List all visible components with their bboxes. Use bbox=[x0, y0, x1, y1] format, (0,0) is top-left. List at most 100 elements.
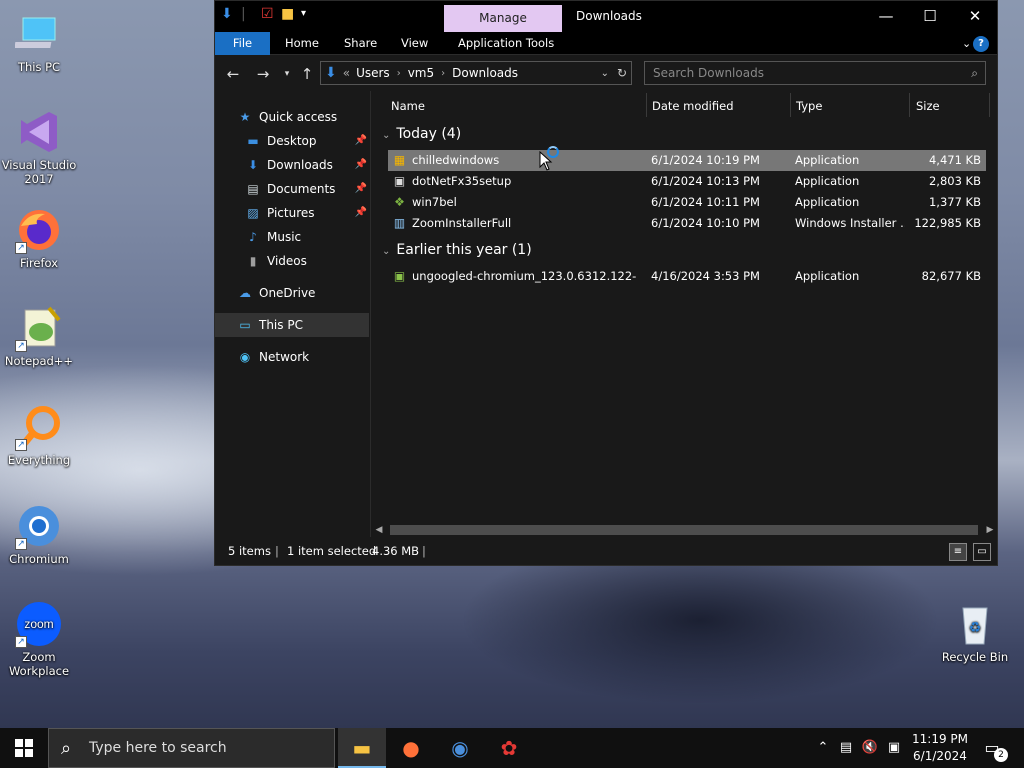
chevron-down-icon: ⌄ bbox=[382, 130, 391, 141]
taskbar-firefox-icon[interactable]: ● bbox=[387, 728, 435, 768]
desktop-icon-visual-studio[interactable]: Visual Studio 2017 bbox=[0, 108, 78, 186]
file-date: 6/1/2024 10:13 PM bbox=[651, 174, 760, 188]
tab-view[interactable]: View bbox=[391, 32, 438, 55]
desktop-icon-everything[interactable]: ↗ Everything bbox=[0, 403, 78, 467]
column-divider[interactable] bbox=[989, 93, 990, 117]
taskbar-search-box[interactable]: ⌕ Type here to search bbox=[48, 728, 335, 768]
breadcrumb-vm5[interactable]: vm5 bbox=[408, 66, 434, 80]
scroll-left-icon[interactable]: ◀ bbox=[372, 523, 386, 537]
scrollbar-thumb[interactable] bbox=[390, 525, 978, 535]
recycle-bin-icon: ♻ bbox=[951, 600, 999, 648]
group-header-today[interactable]: ⌄ Today (4) bbox=[382, 124, 461, 144]
volume-muted-icon[interactable]: 🔇 bbox=[860, 728, 880, 768]
computer-icon bbox=[14, 10, 63, 58]
desktop-icon-chromium[interactable]: ↗ Chromium bbox=[0, 502, 78, 566]
tab-share[interactable]: Share bbox=[334, 32, 387, 55]
file-row-chilledwindows[interactable]: ▦ chilledwindows 6/1/2024 10:19 PM Appli… bbox=[388, 150, 986, 171]
nav-onedrive[interactable]: ☁ OneDrive bbox=[237, 281, 315, 305]
svg-text:♻: ♻ bbox=[969, 620, 982, 636]
tab-application-tools[interactable]: Application Tools bbox=[448, 32, 564, 55]
column-divider[interactable] bbox=[790, 93, 791, 117]
file-type: Windows Installer ... bbox=[795, 216, 905, 230]
column-divider[interactable] bbox=[646, 93, 647, 117]
desktop-icon-zoom[interactable]: zoom ↗ Zoom Workplace bbox=[0, 600, 78, 678]
large-icons-view-icon[interactable]: ▭ bbox=[973, 543, 991, 561]
tab-home[interactable]: Home bbox=[275, 32, 329, 55]
search-placeholder: Search Downloads bbox=[653, 66, 764, 80]
column-header-size[interactable]: Size bbox=[916, 95, 940, 117]
properties-icon[interactable]: ☑ bbox=[261, 6, 275, 22]
minimize-icon[interactable]: — bbox=[863, 1, 909, 32]
refresh-icon[interactable]: ↻ bbox=[617, 66, 627, 80]
taskbar-clock[interactable]: 11:19 PM 6/1/2024 bbox=[904, 731, 976, 765]
manage-tab[interactable]: Manage bbox=[444, 5, 562, 32]
desktop-icon-recycle-bin[interactable]: ♻ Recycle Bin bbox=[936, 600, 1014, 664]
notifications-icon[interactable]: ▭ 2 bbox=[980, 736, 1008, 762]
customize-toolbar-icon[interactable]: ▾ bbox=[301, 6, 315, 22]
file-row-win7bel[interactable]: ❖ win7bel 6/1/2024 10:11 PM Application … bbox=[388, 192, 986, 213]
file-size: 82,677 KB bbox=[921, 269, 981, 283]
nav-downloads[interactable]: ⬇ Downloads 📌 bbox=[245, 153, 367, 177]
details-view-icon[interactable]: ≡ bbox=[949, 543, 967, 561]
firefox-icon: ↗ bbox=[15, 206, 63, 254]
column-header-date-modified[interactable]: Date modified bbox=[652, 95, 734, 117]
nav-documents[interactable]: ▤ Documents 📌 bbox=[245, 177, 367, 201]
nav-network[interactable]: ◉ Network bbox=[237, 345, 309, 369]
network-icon: ◉ bbox=[239, 350, 251, 364]
help-icon[interactable]: ? bbox=[973, 36, 989, 52]
file-row-dotnetfx35setup[interactable]: ▣ dotNetFx35setup 6/1/2024 10:13 PM Appl… bbox=[388, 171, 986, 192]
nav-quick-access[interactable]: ★ Quick access bbox=[237, 105, 338, 129]
address-root-marker[interactable]: « bbox=[343, 66, 350, 80]
column-header-type[interactable]: Type bbox=[796, 95, 822, 117]
file-row-ungoogled-chromium[interactable]: ▣ ungoogled-chromium_123.0.6312.122-1...… bbox=[388, 266, 986, 287]
tab-file[interactable]: File bbox=[215, 32, 270, 55]
nav-pictures[interactable]: ▨ Pictures 📌 bbox=[245, 201, 367, 225]
address-bar[interactable]: ⬇ « Users › vm5 › Downloads ⌄ ↻ bbox=[320, 61, 632, 85]
back-arrow-icon[interactable]: ← bbox=[223, 64, 243, 84]
nav-music[interactable]: ♪ Music bbox=[245, 225, 301, 249]
file-type: Application bbox=[795, 195, 860, 209]
title-bar: ⬇ | ☑ ■ ▾ Manage Downloads — ☐ ✕ bbox=[215, 1, 997, 32]
breadcrumb-users[interactable]: Users bbox=[356, 66, 390, 80]
nav-desktop[interactable]: ▬ Desktop 📌 bbox=[245, 129, 367, 153]
visual-studio-icon bbox=[15, 108, 63, 156]
taskbar-file-explorer-icon[interactable]: ▬ bbox=[338, 728, 386, 768]
windows-start-icon[interactable] bbox=[0, 728, 48, 768]
desktop-icon-this-pc[interactable]: This PC bbox=[0, 10, 78, 74]
file-type: Application bbox=[795, 269, 860, 283]
file-size: 1,377 KB bbox=[928, 195, 981, 209]
address-dropdown-icon[interactable]: ⌄ bbox=[601, 68, 609, 79]
breadcrumb-downloads[interactable]: Downloads bbox=[452, 66, 518, 80]
recent-locations-icon[interactable]: ▾ bbox=[277, 64, 297, 84]
up-arrow-icon[interactable]: ↑ bbox=[297, 64, 317, 84]
column-header-name[interactable]: Name bbox=[391, 95, 425, 117]
group-label: Earlier this year (1) bbox=[396, 242, 532, 258]
nav-videos[interactable]: ▮ Videos bbox=[245, 249, 307, 273]
file-name: dotNetFx35setup bbox=[412, 174, 512, 188]
file-list: Name Date modified Type Size ⌄ Today (4) … bbox=[372, 91, 997, 537]
group-label: Today (4) bbox=[396, 126, 462, 142]
show-hidden-icons-chevron-up-icon[interactable]: ⌃ bbox=[814, 728, 832, 768]
file-name: chilledwindows bbox=[412, 153, 500, 167]
maximize-icon[interactable]: ☐ bbox=[907, 1, 953, 32]
clock-time: 11:19 PM bbox=[912, 732, 968, 746]
taskbar-chromium-icon[interactable]: ◉ bbox=[436, 728, 484, 768]
desktop-icon-notepadpp[interactable]: ↗ Notepad++ bbox=[0, 304, 78, 368]
network-tray-icon[interactable]: ▤ bbox=[836, 728, 856, 768]
group-header-earlier-this-year[interactable]: ⌄ Earlier this year (1) bbox=[382, 240, 532, 260]
close-icon[interactable]: ✕ bbox=[952, 1, 998, 32]
forward-arrow-icon[interactable]: → bbox=[253, 64, 273, 84]
taskbar-colorful-app-icon[interactable]: ✿ bbox=[485, 728, 533, 768]
nav-this-pc[interactable]: ▭ This PC bbox=[215, 313, 369, 337]
action-center-tray-icon[interactable]: ▣ bbox=[884, 728, 904, 768]
scroll-right-icon[interactable]: ▶ bbox=[983, 523, 997, 537]
cloud-icon: ☁ bbox=[239, 286, 251, 300]
horizontal-scrollbar[interactable]: ◀ ▶ bbox=[372, 523, 997, 537]
column-divider[interactable] bbox=[909, 93, 910, 117]
desktop-icon-firefox[interactable]: ↗ Firefox bbox=[0, 206, 78, 270]
new-folder-icon[interactable]: ■ bbox=[281, 6, 295, 22]
busy-spinner-icon bbox=[547, 146, 559, 158]
file-row-zoominstallerfull[interactable]: ▥ ZoomInstallerFull 6/1/2024 10:10 PM Wi… bbox=[388, 213, 986, 234]
search-input[interactable]: Search Downloads ⌕ bbox=[644, 61, 986, 85]
notification-count-badge: 2 bbox=[994, 748, 1008, 762]
